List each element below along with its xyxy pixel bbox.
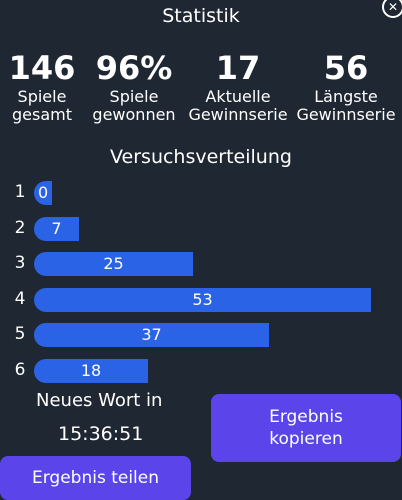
distribution-bar: 18 bbox=[34, 359, 148, 383]
stat-label-line2: gesamt bbox=[12, 105, 72, 124]
distribution-row: 3 25 bbox=[0, 252, 402, 276]
copy-button-label-line2: kopieren bbox=[269, 429, 343, 449]
distribution-bar: 25 bbox=[34, 252, 193, 276]
distribution-bar: 37 bbox=[34, 323, 269, 347]
distribution-row: 27 bbox=[0, 217, 402, 241]
guess-number: 2 bbox=[14, 218, 26, 238]
stat-current-streak: 17 Aktuelle Gewinnserie bbox=[186, 50, 290, 124]
copy-result-button[interactable]: Ergebnis kopieren bbox=[211, 394, 401, 462]
guess-number: 3 bbox=[14, 253, 26, 273]
countdown-timer: 15:36:51 bbox=[58, 423, 144, 445]
distribution-row: 4 53 bbox=[0, 288, 402, 312]
guess-number: 6 bbox=[14, 360, 26, 380]
next-word-label: Neues Wort in bbox=[36, 390, 163, 411]
stat-max-streak: 56 Längste Gewinnserie bbox=[294, 50, 398, 124]
stat-value: 96% bbox=[95, 49, 173, 87]
stat-label-line1: Spiele bbox=[17, 87, 67, 106]
stat-value: 146 bbox=[8, 49, 76, 87]
distribution-bar: 53 bbox=[34, 288, 371, 312]
distribution-bar: 7 bbox=[34, 217, 79, 241]
stats-row: 146 Spiele gesamt 96% Spiele gewonnen 17… bbox=[0, 50, 402, 130]
stat-value: 56 bbox=[323, 49, 369, 87]
stat-label-line1: Längste bbox=[314, 87, 378, 106]
guess-number: 1 bbox=[14, 182, 26, 202]
guess-number: 4 bbox=[14, 289, 26, 309]
stat-label-line2: gewonnen bbox=[92, 105, 176, 124]
stat-label-line1: Aktuelle bbox=[205, 87, 271, 106]
stat-label-line2: Gewinnserie bbox=[188, 105, 288, 124]
distribution-title: Versuchsverteilung bbox=[110, 146, 292, 168]
stat-win-percent: 96% Spiele gewonnen bbox=[82, 50, 186, 124]
distribution-row: 6 18 bbox=[0, 359, 402, 383]
share-result-button[interactable]: Ergebnis teilen bbox=[0, 456, 191, 500]
distribution-row: 5 37 bbox=[0, 323, 402, 347]
stat-label-line2: Gewinnserie bbox=[296, 105, 396, 124]
copy-button-label-line1: Ergebnis bbox=[269, 407, 343, 427]
distribution-row: 10 bbox=[0, 181, 402, 205]
stat-value: 17 bbox=[215, 49, 261, 87]
stat-label-line1: Spiele bbox=[109, 87, 159, 106]
dialog-title: Statistik bbox=[162, 5, 240, 27]
close-icon[interactable]: ✕ bbox=[382, 0, 402, 18]
distribution-bar: 0 bbox=[34, 181, 52, 205]
guess-number: 5 bbox=[14, 324, 26, 344]
stat-games-played: 146 Spiele gesamt bbox=[0, 50, 94, 124]
